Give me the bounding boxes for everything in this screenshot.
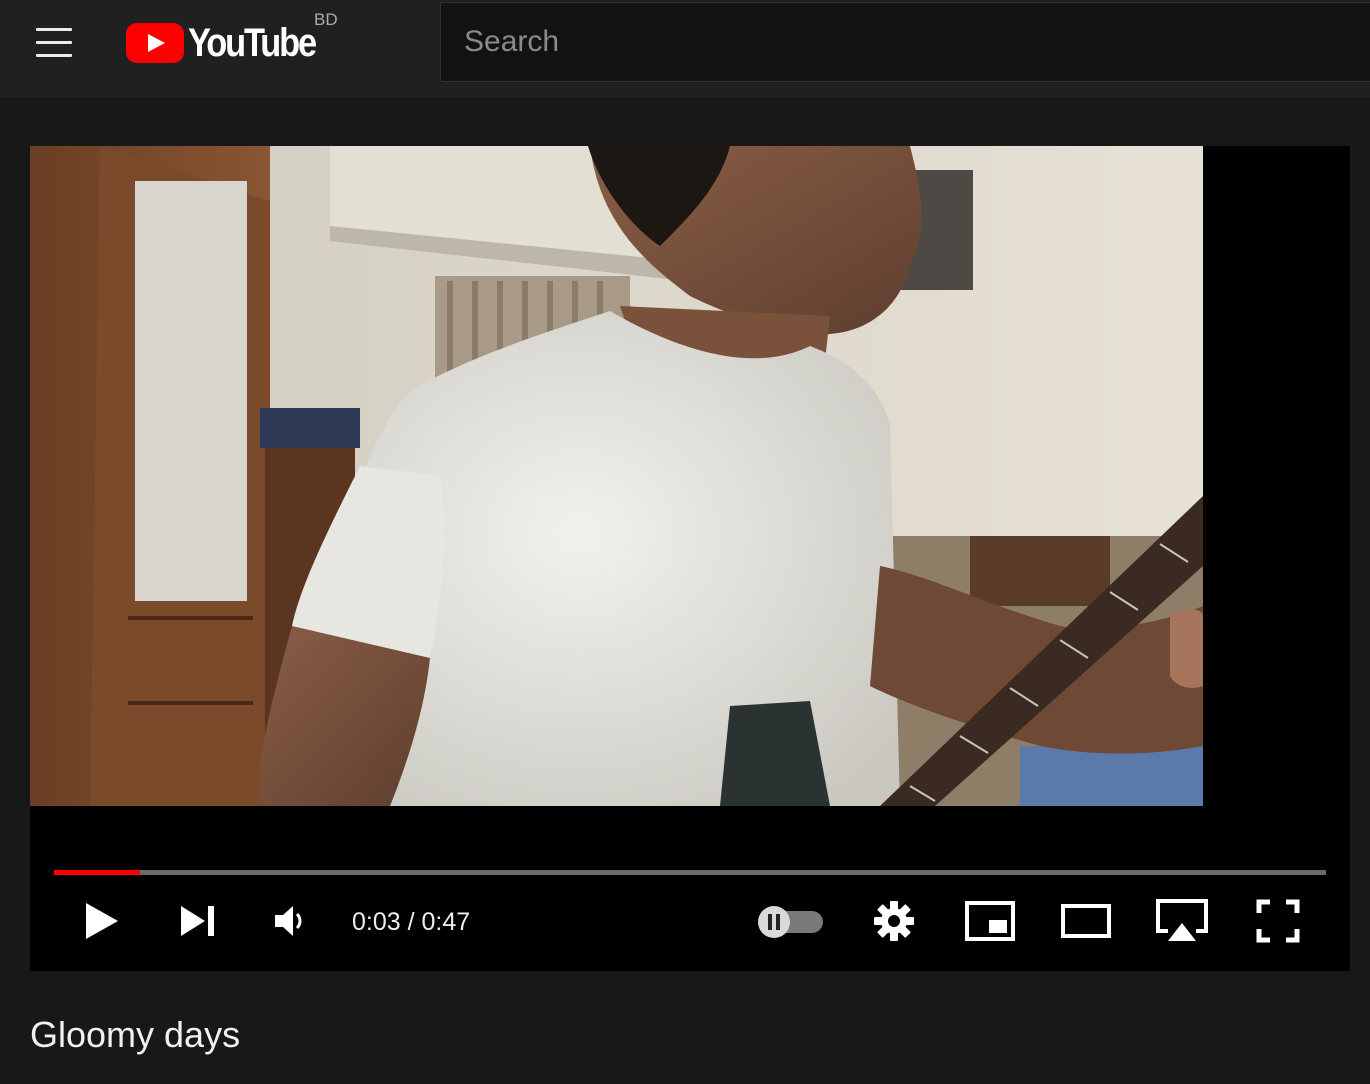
video-title: Gloomy days bbox=[30, 1014, 241, 1055]
current-time: 0:03 bbox=[352, 908, 401, 936]
logo-wordmark: YouTube bbox=[188, 20, 317, 65]
settings-button[interactable] bbox=[868, 886, 920, 956]
search-box[interactable] bbox=[440, 2, 1370, 82]
menu-line bbox=[36, 40, 72, 44]
theater-mode-icon bbox=[1061, 904, 1111, 938]
fullscreen-button[interactable] bbox=[1252, 886, 1304, 956]
search-input[interactable] bbox=[441, 3, 1370, 81]
miniplayer-button[interactable] bbox=[962, 886, 1018, 956]
theater-mode-button[interactable] bbox=[1058, 886, 1114, 956]
volume-icon bbox=[275, 906, 302, 936]
menu-line bbox=[36, 27, 72, 31]
autoplay-toggle-icon bbox=[758, 906, 823, 938]
hamburger-menu-button[interactable] bbox=[24, 20, 84, 64]
fullscreen-icon bbox=[1256, 899, 1300, 943]
youtube-logo[interactable]: YouTube BD bbox=[126, 10, 338, 70]
video-player[interactable]: 0:03 / 0:47 bbox=[30, 146, 1350, 971]
masthead: YouTube BD bbox=[0, 0, 1370, 98]
miniplayer-icon bbox=[965, 901, 1015, 941]
play-icon bbox=[86, 903, 118, 939]
duration: 0:47 bbox=[421, 908, 471, 936]
progress-played bbox=[54, 870, 141, 875]
next-button[interactable] bbox=[174, 886, 222, 956]
progress-bar[interactable] bbox=[54, 870, 1326, 875]
play-button[interactable] bbox=[78, 886, 126, 956]
player-controls: 0:03 / 0:47 bbox=[30, 886, 1350, 956]
gear-icon bbox=[874, 901, 914, 941]
country-code: BD bbox=[314, 10, 338, 29]
youtube-play-logo-icon bbox=[126, 23, 184, 63]
menu-line bbox=[36, 53, 72, 57]
volume-button[interactable] bbox=[266, 886, 314, 956]
autoplay-toggle[interactable] bbox=[752, 886, 828, 956]
video-frame[interactable] bbox=[30, 146, 1203, 806]
airplay-button[interactable] bbox=[1152, 886, 1212, 956]
next-track-icon bbox=[181, 906, 214, 936]
time-separator: / bbox=[400, 908, 422, 936]
time-display: 0:03 / 0:47 bbox=[352, 908, 470, 937]
video-still-image bbox=[30, 146, 1203, 806]
airplay-icon bbox=[1156, 899, 1208, 941]
